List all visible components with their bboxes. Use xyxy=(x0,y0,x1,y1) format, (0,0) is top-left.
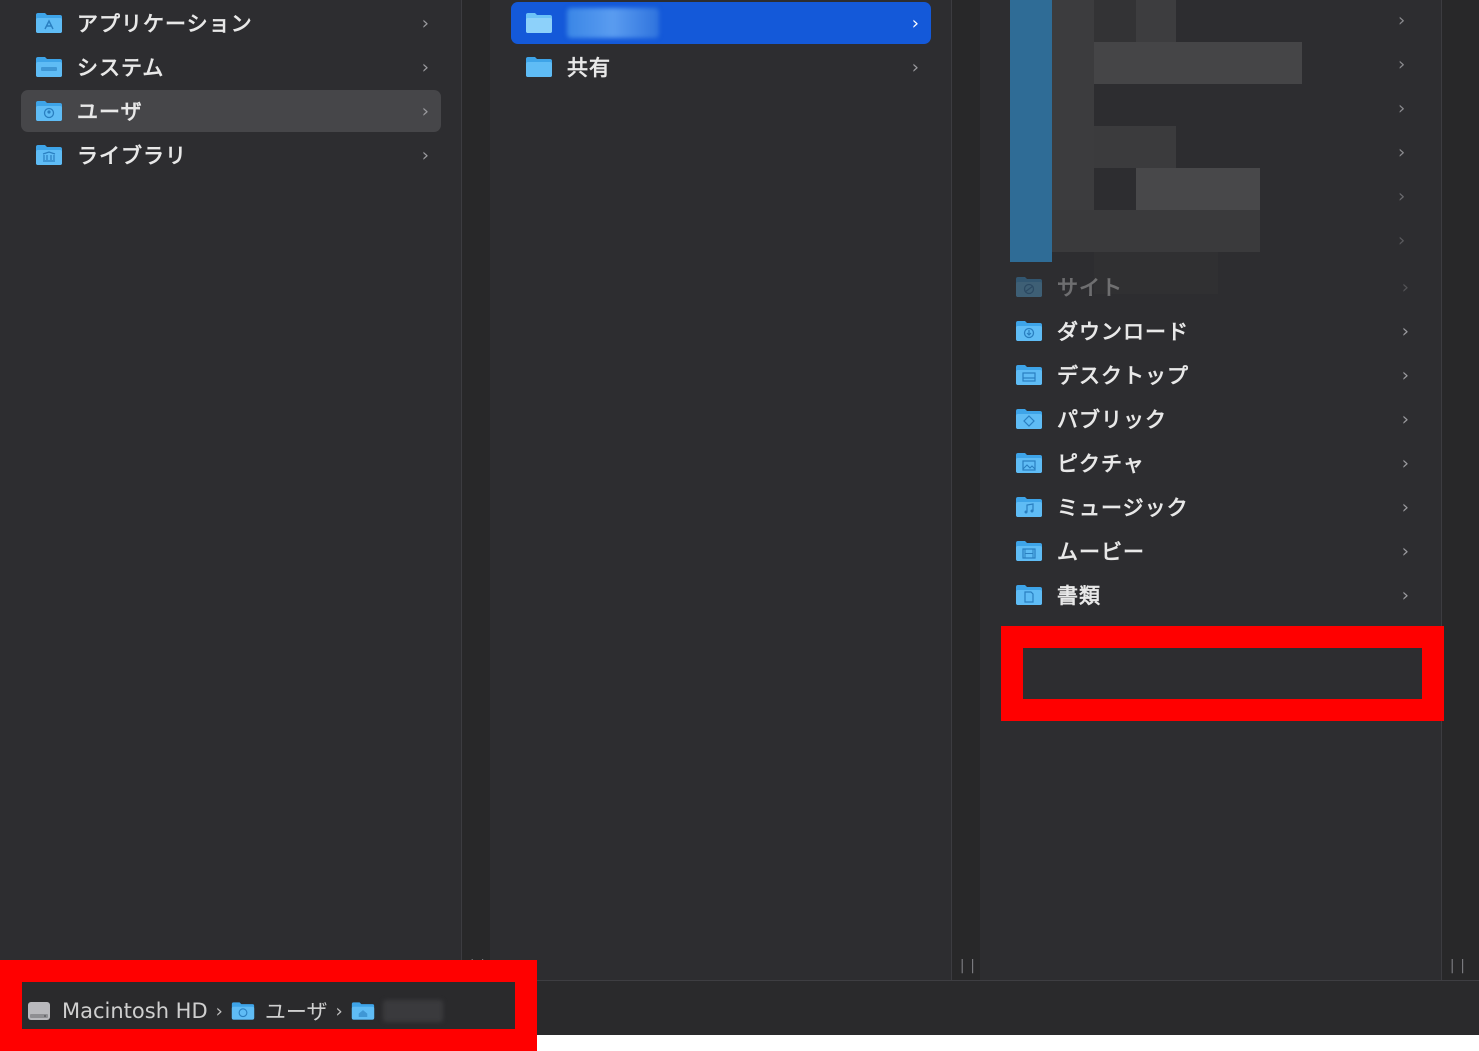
macos-folder-icon xyxy=(35,56,63,78)
chevron-right-icon: › xyxy=(1401,364,1409,386)
list-item-label: パブリック xyxy=(1057,408,1167,432)
chevron-right-icon: › xyxy=(1398,98,1406,119)
list-item-downloads[interactable]: ダウンロード › xyxy=(1001,310,1421,352)
chevron-right-icon: › xyxy=(1401,496,1409,518)
chevron-right-icon: › xyxy=(1398,142,1406,163)
documents-folder-icon xyxy=(1015,584,1043,606)
chevron-right-icon: › xyxy=(1401,276,1409,298)
list-item-documents[interactable]: 書類 › xyxy=(1001,574,1421,616)
chevron-right-icon: › xyxy=(1398,10,1406,31)
list-item-label: ユーザ xyxy=(77,100,143,124)
chevron-right-icon: › xyxy=(1398,186,1406,207)
applications-folder-icon xyxy=(35,12,63,34)
chevron-right-icon: › xyxy=(1401,408,1409,430)
chevron-right-icon: › xyxy=(911,56,919,78)
list-item-public[interactable]: パブリック › xyxy=(1001,398,1421,440)
list-item-label: デスクトップ xyxy=(1057,364,1189,388)
highlight-box-path-bar xyxy=(0,960,537,1051)
home-folder-icon xyxy=(525,12,553,34)
chevron-right-icon: › xyxy=(1401,540,1409,562)
folder-icon xyxy=(525,56,553,78)
column-resize-handle[interactable]: || xyxy=(958,958,979,974)
list-item-shared[interactable]: 共有 › xyxy=(511,46,931,88)
column-gap xyxy=(462,0,490,980)
list-item-home-folder[interactable]: › xyxy=(511,2,931,44)
list-item-applications[interactable]: アプリケーション › xyxy=(21,2,441,44)
list-item-label: システム xyxy=(77,56,165,80)
redacted-username xyxy=(567,8,659,38)
list-item-label: ライブラリ xyxy=(77,144,187,168)
column-gap xyxy=(952,0,980,980)
chevron-right-icon: › xyxy=(1401,584,1409,606)
list-item-sites[interactable]: サイト › xyxy=(1001,266,1421,308)
users-folder-icon xyxy=(35,100,63,122)
list-item-users[interactable]: ユーザ › xyxy=(21,90,441,132)
chevron-right-icon: › xyxy=(1398,230,1406,251)
list-item-desktop[interactable]: デスクトップ › xyxy=(1001,354,1421,396)
column-gap xyxy=(1442,0,1479,980)
chevron-right-icon: › xyxy=(1401,452,1409,474)
list-item-label: ダウンロード xyxy=(1057,320,1189,344)
chevron-right-icon: › xyxy=(421,56,429,78)
chevron-right-icon: › xyxy=(911,12,919,34)
list-item-label: 書類 xyxy=(1057,584,1101,608)
list-item-music[interactable]: ミュージック › xyxy=(1001,486,1421,528)
pictures-folder-icon xyxy=(1015,452,1043,474)
public-folder-icon xyxy=(1015,408,1043,430)
movies-folder-icon xyxy=(1015,540,1043,562)
list-item-label: アプリケーション xyxy=(77,12,253,36)
chevron-right-icon: › xyxy=(421,100,429,122)
list-item-movies[interactable]: ムービー › xyxy=(1001,530,1421,572)
desktop-folder-icon xyxy=(1015,364,1043,386)
list-item-library[interactable]: ライブラリ › xyxy=(21,134,441,176)
column-resize-handle[interactable]: || xyxy=(1448,958,1469,974)
music-folder-icon xyxy=(1015,496,1043,518)
list-item-pictures[interactable]: ピクチャ › xyxy=(1001,442,1421,484)
list-item-label: サイト xyxy=(1057,276,1123,300)
downloads-folder-icon xyxy=(1015,320,1043,342)
chevron-right-icon: › xyxy=(421,144,429,166)
list-item-label: ピクチャ xyxy=(1057,452,1145,476)
chevron-right-icon: › xyxy=(1401,320,1409,342)
library-folder-icon xyxy=(35,144,63,166)
list-item-label: ミュージック xyxy=(1057,496,1189,520)
chevron-right-icon: › xyxy=(1398,54,1406,75)
list-item-label: ムービー xyxy=(1057,540,1145,564)
list-item-system[interactable]: システム › xyxy=(21,46,441,88)
list-item-label: 共有 xyxy=(567,56,611,80)
finder-window: || || || アプリケーション › システム › ユーザ › ライブラリ ›… xyxy=(0,0,1479,1035)
redacted-items-mosaic xyxy=(1000,0,1441,300)
chevron-right-icon: › xyxy=(421,12,429,34)
column-users[interactable] xyxy=(490,0,951,980)
highlight-box-empty-area xyxy=(1001,626,1444,721)
sites-folder-icon xyxy=(1015,276,1043,298)
